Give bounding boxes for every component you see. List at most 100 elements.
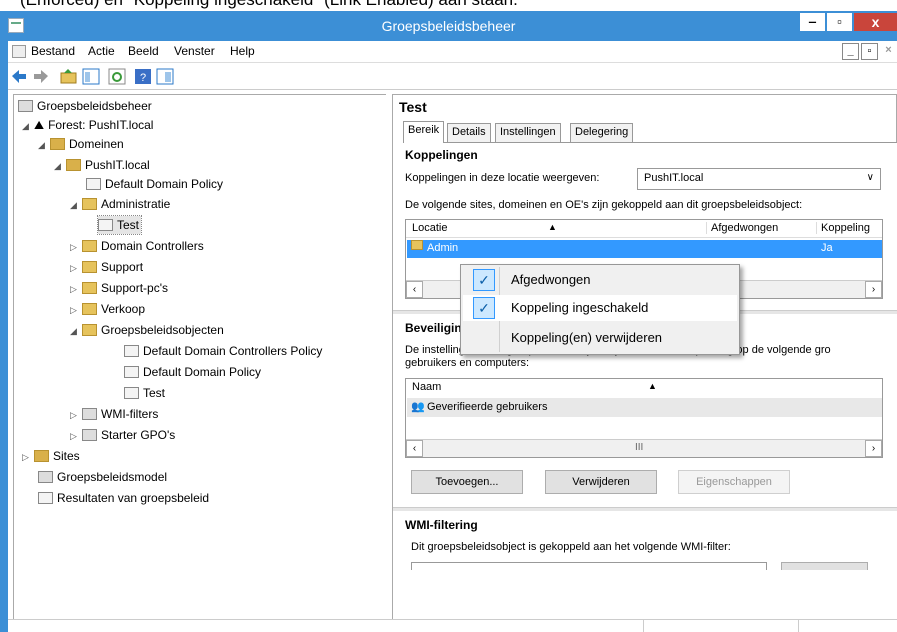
help-icon[interactable]: ?	[134, 68, 152, 85]
forward-icon[interactable]	[32, 68, 50, 85]
tree-label: Groepsbeleidsbeheer	[37, 99, 152, 113]
expand-arrow-icon[interactable]: ▷	[70, 280, 82, 298]
ou-icon	[82, 240, 97, 252]
expand-arrow-icon[interactable]: ▷	[70, 238, 82, 256]
ou-icon	[82, 303, 97, 315]
mdi-minimize-button[interactable]: _	[842, 43, 859, 60]
tab-details[interactable]: Details	[447, 123, 491, 142]
console-icon[interactable]	[12, 45, 26, 58]
gpo-icon	[124, 387, 139, 399]
title-bar[interactable]: Groepsbeleidsbeheer ‒ ▫ x	[0, 11, 897, 41]
expand-arrow-icon[interactable]: ▷	[22, 448, 34, 466]
tree-ou-domain-controllers[interactable]: ▷ Domain Controllers	[70, 237, 204, 255]
tree-starter-gpos[interactable]: ▷ Starter GPO's	[70, 426, 175, 444]
minimize-button[interactable]: ‒	[799, 12, 826, 32]
tree-gpo-container[interactable]: ◢ Groepsbeleidsobjecten	[70, 321, 224, 339]
col-locatie[interactable]: Locatie	[412, 222, 447, 234]
collapse-arrow-icon[interactable]: ◢	[22, 117, 34, 135]
tree-gp-results[interactable]: Resultaten van groepsbeleid	[38, 489, 209, 507]
menu-item-delete-links[interactable]: Koppeling(en) verwijderen	[463, 325, 737, 351]
tree-label: Starter GPO's	[101, 428, 176, 442]
mdi-close-button[interactable]: ×	[880, 43, 897, 60]
tree-test-link-selected[interactable]: Test	[96, 215, 143, 235]
details-pane: Test Bereik Details Instellingen Deleger…	[392, 94, 897, 632]
tab-bereik[interactable]: Bereik	[403, 121, 445, 143]
menu-beeld[interactable]: Beeld	[128, 44, 159, 58]
security-hscrollbar[interactable]: ‹ III ›	[406, 439, 882, 457]
mdi-restore-button[interactable]: ▫	[861, 43, 878, 60]
ou-icon	[82, 198, 97, 210]
tree-ou-verkoop[interactable]: ▷ Verkoop	[70, 300, 145, 318]
collapse-arrow-icon[interactable]: ◢	[70, 322, 82, 340]
add-button[interactable]: Toevoegen...	[411, 470, 523, 494]
back-icon[interactable]	[10, 68, 28, 85]
tree-root[interactable]: Groepsbeleidsbeheer	[18, 97, 152, 115]
up-folder-icon[interactable]	[60, 68, 78, 85]
section-divider[interactable]	[393, 507, 897, 511]
tree-sites[interactable]: ▷ Sites	[22, 447, 80, 465]
tree-label: Domeinen	[69, 137, 124, 151]
menu-item-link-enabled[interactable]: ✓ Koppeling ingeschakeld	[463, 295, 737, 321]
starter-gpo-icon	[82, 429, 97, 441]
close-button[interactable]: x	[853, 12, 897, 32]
scroll-right-icon[interactable]: ›	[865, 440, 882, 457]
expand-arrow-icon[interactable]: ▷	[70, 427, 82, 445]
tree-ou-support[interactable]: ▷ Support	[70, 258, 143, 276]
tree-ou-administratie[interactable]: ◢ Administratie	[70, 195, 170, 213]
remove-button[interactable]: Verwijderen	[545, 470, 657, 494]
link-context-menu: ✓ Afgedwongen ✓ Koppeling ingeschakeld K…	[460, 264, 740, 355]
tree-ddp-link[interactable]: Default Domain Policy	[86, 175, 223, 193]
dropdown-value: PushIT.local	[644, 172, 704, 184]
tree-gpo-ddcp[interactable]: Default Domain Controllers Policy	[124, 342, 322, 360]
scroll-right-icon[interactable]: ›	[865, 281, 882, 298]
gpo-header: Test	[399, 99, 427, 115]
wmi-filter-dropdown[interactable]	[411, 562, 767, 570]
tree-label: Default Domain Policy	[105, 177, 224, 191]
security-listview[interactable]: Naam ▲ 👥 Geverifieerde gebruikers ‹ III …	[405, 378, 883, 458]
tree-domains[interactable]: ◢ Domeinen	[38, 135, 124, 153]
expand-arrow-icon[interactable]: ▷	[70, 406, 82, 424]
links-location-dropdown[interactable]: PushIT.local ∨	[637, 168, 881, 190]
scroll-left-icon[interactable]: ‹	[406, 440, 423, 457]
row-name: Geverifieerde gebruikers	[427, 401, 548, 413]
menu-actie[interactable]: Actie	[88, 44, 115, 58]
properties-button[interactable]: Eigenschappen	[678, 470, 790, 494]
tree-gpo-ddp[interactable]: Default Domain Policy	[124, 363, 261, 381]
tab-instellingen[interactable]: Instellingen	[495, 123, 561, 142]
collapse-arrow-icon[interactable]: ◢	[70, 196, 82, 214]
menu-help[interactable]: Help	[230, 44, 255, 58]
scroll-left-icon[interactable]: ‹	[406, 281, 423, 298]
document-caption-fragment: (Enforced) en "Koppeling ingeschakeld" (…	[20, 0, 518, 10]
open-wmi-button[interactable]	[781, 562, 868, 570]
wmi-description: Dit groepsbeleidsobject is gekoppeld aan…	[411, 541, 731, 553]
tree-gpo-test[interactable]: Test	[124, 384, 165, 402]
tab-delegering[interactable]: Delegering	[570, 123, 634, 142]
menu-bar: Bestand Actie Beeld Venster Help _ ▫ ×	[8, 41, 897, 63]
security-desc-2: gebruikers en computers:	[405, 357, 530, 369]
tree-forest[interactable]: ◢ ⛰ Forest: PushIT.local	[22, 116, 153, 134]
collapse-arrow-icon[interactable]: ◢	[38, 136, 50, 154]
tree-wmi-filters[interactable]: ▷ WMI-filters	[70, 405, 158, 423]
properties-pane-icon[interactable]	[156, 68, 174, 85]
tree-ou-support-pc[interactable]: ▷ Support-pc's	[70, 279, 168, 297]
links-row-admin[interactable]: Admin Ja	[407, 240, 882, 258]
scroll-thumb-grip[interactable]: III	[635, 442, 643, 453]
security-row-authenticated-users[interactable]: 👥 Geverifieerde gebruikers	[407, 398, 882, 417]
tree-gp-modeling[interactable]: Groepsbeleidsmodel	[38, 468, 167, 486]
collapse-arrow-icon[interactable]: ◢	[54, 157, 66, 175]
refresh-icon[interactable]	[108, 68, 126, 85]
expand-arrow-icon[interactable]: ▷	[70, 259, 82, 277]
menu-venster[interactable]: Venster	[174, 44, 215, 58]
menu-item-enforced[interactable]: ✓ Afgedwongen	[463, 267, 737, 293]
maximize-button[interactable]: ▫	[826, 12, 853, 32]
expand-arrow-icon[interactable]: ▷	[70, 301, 82, 319]
tree-domain-pushit[interactable]: ◢ PushIT.local	[54, 156, 150, 174]
checkmark-icon: ✓	[473, 269, 495, 291]
col-afgedwongen[interactable]: Afgedwongen	[706, 222, 778, 234]
col-koppeling[interactable]: Koppeling	[816, 222, 870, 234]
menu-bestand[interactable]: Bestand	[31, 44, 75, 58]
show-hide-tree-icon[interactable]	[82, 68, 100, 85]
gpo-link-icon	[86, 178, 101, 190]
col-naam[interactable]: Naam	[412, 381, 441, 393]
tree-label: Default Domain Controllers Policy	[143, 344, 323, 358]
